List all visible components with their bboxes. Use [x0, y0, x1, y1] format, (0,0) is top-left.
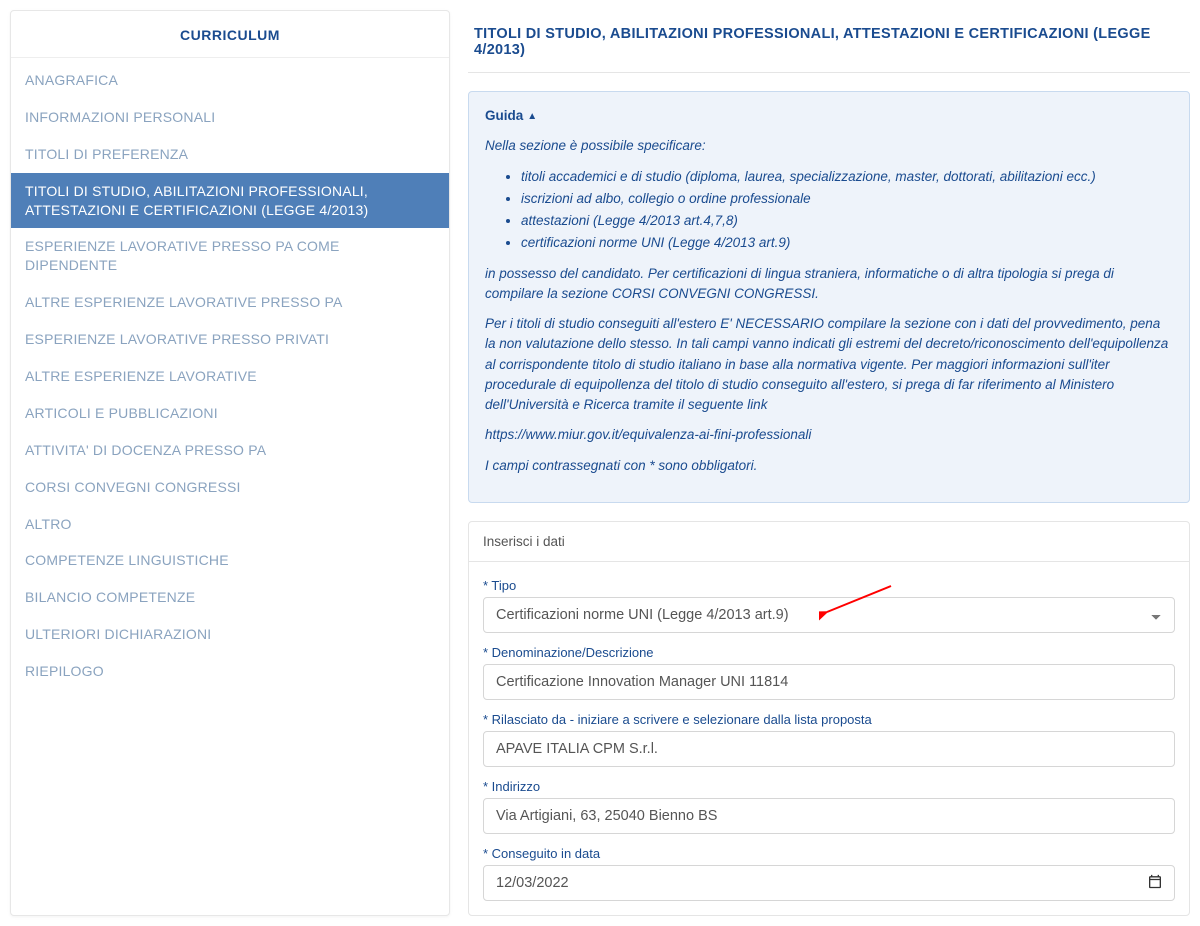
tipo-label: * Tipo	[483, 578, 1175, 593]
conseguito-label: * Conseguito in data	[483, 846, 1175, 861]
sidebar-item[interactable]: RIEPILOGO	[11, 653, 449, 690]
guide-paragraph-1: in possesso del candidato. Per certifica…	[485, 264, 1173, 305]
sidebar-list: ANAGRAFICAINFORMAZIONI PERSONALITITOLI D…	[11, 62, 449, 690]
indirizzo-label: * Indirizzo	[483, 779, 1175, 794]
sidebar-item[interactable]: ULTERIORI DICHIARAZIONI	[11, 616, 449, 653]
sidebar-item[interactable]: TITOLI DI STUDIO, ABILITAZIONI PROFESSIO…	[11, 173, 449, 229]
denominazione-label: * Denominazione/Descrizione	[483, 645, 1175, 660]
guide-heading-text: Guida	[485, 106, 523, 126]
guide-paragraph-3: I campi contrassegnati con * sono obblig…	[485, 456, 1173, 476]
conseguito-input[interactable]	[483, 865, 1175, 901]
sidebar-item[interactable]: INFORMAZIONI PERSONALI	[11, 99, 449, 136]
form-header: Inserisci i dati	[469, 522, 1189, 562]
sidebar-item[interactable]: COMPETENZE LINGUISTICHE	[11, 542, 449, 579]
sidebar-item[interactable]: ANAGRAFICA	[11, 62, 449, 99]
denominazione-input[interactable]	[483, 664, 1175, 700]
guide-bullet-item: titoli accademici e di studio (diploma, …	[521, 167, 1173, 187]
sidebar-title: CURRICULUM	[11, 11, 449, 58]
guide-bullet-item: attestazioni (Legge 4/2013 art.4,7,8)	[521, 211, 1173, 231]
rilasciato-input[interactable]	[483, 731, 1175, 767]
sidebar-item[interactable]: ALTRE ESPERIENZE LAVORATIVE	[11, 358, 449, 395]
main-content: TITOLI DI STUDIO, ABILITAZIONI PROFESSIO…	[468, 10, 1190, 916]
guide-bullet-item: iscrizioni ad albo, collegio o ordine pr…	[521, 189, 1173, 209]
sidebar-item[interactable]: ARTICOLI E PUBBLICAZIONI	[11, 395, 449, 432]
guide-panel: Guida ▲ Nella sezione è possibile specif…	[468, 91, 1190, 503]
form-card: Inserisci i dati * Tipo Certificazioni n…	[468, 521, 1190, 916]
tipo-select[interactable]: Certificazioni norme UNI (Legge 4/2013 a…	[483, 597, 1175, 633]
page-title: TITOLI DI STUDIO, ABILITAZIONI PROFESSIO…	[468, 10, 1190, 73]
sidebar-item[interactable]: ATTIVITA' DI DOCENZA PRESSO PA	[11, 432, 449, 469]
sidebar-item[interactable]: CORSI CONVEGNI CONGRESSI	[11, 469, 449, 506]
sidebar-item[interactable]: ESPERIENZE LAVORATIVE PRESSO PA COME DIP…	[11, 228, 449, 284]
sidebar-item[interactable]: TITOLI DI PREFERENZA	[11, 136, 449, 173]
caret-up-icon: ▲	[527, 109, 537, 124]
guide-link[interactable]: https://www.miur.gov.it/equivalenza-ai-f…	[485, 425, 1173, 445]
rilasciato-label: * Rilasciato da - iniziare a scrivere e …	[483, 712, 1175, 727]
sidebar-item[interactable]: ESPERIENZE LAVORATIVE PRESSO PRIVATI	[11, 321, 449, 358]
indirizzo-input[interactable]	[483, 798, 1175, 834]
sidebar-item[interactable]: BILANCIO COMPETENZE	[11, 579, 449, 616]
sidebar-item[interactable]: ALTRO	[11, 506, 449, 543]
guide-bullet-item: certificazioni norme UNI (Legge 4/2013 a…	[521, 233, 1173, 253]
guide-bullets: titoli accademici e di studio (diploma, …	[521, 167, 1173, 254]
sidebar-item[interactable]: ALTRE ESPERIENZE LAVORATIVE PRESSO PA	[11, 284, 449, 321]
guide-paragraph-2: Per i titoli di studio conseguiti all'es…	[485, 314, 1173, 415]
sidebar: CURRICULUM ANAGRAFICAINFORMAZIONI PERSON…	[10, 10, 450, 916]
guide-toggle[interactable]: Guida ▲	[485, 106, 1173, 126]
guide-intro: Nella sezione è possibile specificare:	[485, 136, 1173, 156]
